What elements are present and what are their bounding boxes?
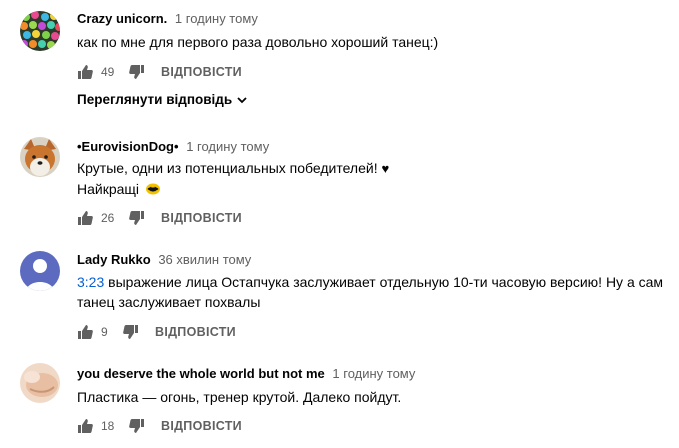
author-name[interactable]: Lady Rukko <box>77 252 151 267</box>
like-count: 18 <box>101 419 115 433</box>
like-count: 49 <box>101 65 115 79</box>
like-icon[interactable] <box>77 324 93 340</box>
avatar[interactable] <box>20 251 60 291</box>
view-replies-label: Переглянути відповідь <box>77 92 233 107</box>
video-timestamp-link[interactable]: 3:23 <box>77 274 104 290</box>
author-name[interactable]: •EurovisionDog• <box>77 139 179 154</box>
comment-header: •EurovisionDog• 1 годину тому <box>77 138 269 156</box>
comment-text-line: Найкращі <box>77 179 677 201</box>
dislike-icon[interactable] <box>123 324 139 340</box>
comment-header: Lady Rukko 36 хвилин тому <box>77 251 251 269</box>
comment-text-line: 3:23 выражение лица Остапчука заслуживае… <box>77 272 677 292</box>
like-count: 9 <box>101 325 108 339</box>
comment-actions: 18 ВІДПОВІСТИ <box>77 416 242 436</box>
view-replies-button[interactable]: Переглянути відповідь <box>77 92 248 107</box>
comment-header: you deserve the whole world but not me 1… <box>77 365 415 383</box>
comment-text: как по мне для первого раза довольно хор… <box>77 34 439 50</box>
like-icon[interactable] <box>77 210 93 226</box>
comment-text: Крутые, одни из потенциальных победителе… <box>77 158 677 201</box>
comment-text-line: Крутые, одни из потенциальных победителе… <box>77 158 677 179</box>
batman-emoji-icon <box>145 181 160 201</box>
dislike-icon[interactable] <box>129 210 145 226</box>
avatar[interactable] <box>20 11 60 51</box>
dislike-icon[interactable] <box>129 418 145 434</box>
comment-time[interactable]: 36 хвилин тому <box>158 252 251 267</box>
comment-time[interactable]: 1 годину тому <box>186 139 269 154</box>
comment-actions: 26 ВІДПОВІСТИ <box>77 208 242 228</box>
comment-text-line2: танец заслуживает похвалы <box>77 294 261 310</box>
comment-text: Пластика — огонь, тренер крутой. Далеко … <box>77 389 402 405</box>
author-name[interactable]: you deserve the whole world but not me <box>77 366 325 381</box>
reply-button[interactable]: ВІДПОВІСТИ <box>161 65 242 79</box>
reply-button[interactable]: ВІДПОВІСТИ <box>161 211 242 225</box>
like-icon[interactable] <box>77 418 93 434</box>
comment-header: Crazy unicorn. 1 годину тому <box>77 10 258 28</box>
comment-time[interactable]: 1 годину тому <box>175 11 258 26</box>
like-count: 26 <box>101 211 115 225</box>
comment-time[interactable]: 1 годину тому <box>332 366 415 381</box>
heart-emoji: ♥ <box>381 161 390 176</box>
dislike-icon[interactable] <box>129 64 145 80</box>
comment-actions: 9 ВІДПОВІСТИ <box>77 322 236 342</box>
avatar[interactable] <box>20 137 60 177</box>
like-icon[interactable] <box>77 64 93 80</box>
comment-text-line1: выражение лица Остапчука заслуживает отд… <box>108 274 664 290</box>
author-name[interactable]: Crazy unicorn. <box>77 11 167 26</box>
avatar[interactable] <box>20 363 60 403</box>
reply-button[interactable]: ВІДПОВІСТИ <box>155 325 236 339</box>
reply-button[interactable]: ВІДПОВІСТИ <box>161 419 242 433</box>
comment-text-line2: Найкращі <box>77 181 140 197</box>
comment-text: 3:23 выражение лица Остапчука заслуживае… <box>77 272 677 312</box>
comment-actions: 49 ВІДПОВІСТИ <box>77 62 242 82</box>
chevron-down-icon <box>237 96 247 103</box>
comment-text-line1: Крутые, одни из потенциальных победителе… <box>77 160 378 176</box>
